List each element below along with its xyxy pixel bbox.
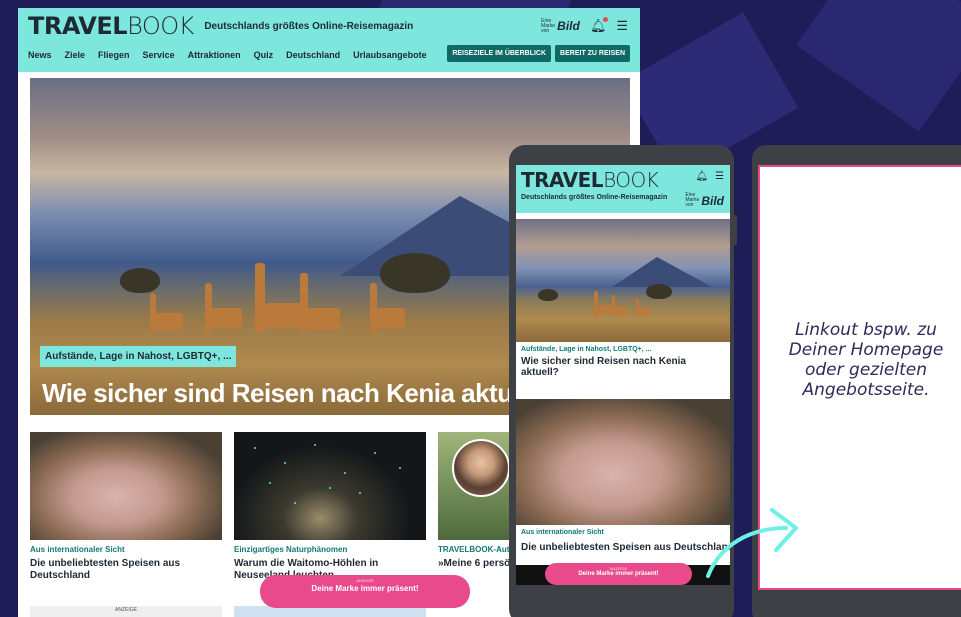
brand-pill-button[interactable]: ANZEIGE Deine Marke immer präsent! — [545, 563, 692, 585]
nav-buttons: REISEZIELE IM ÜBERBLICK BEREIT ZU REISEN — [447, 45, 630, 62]
reiseziele-button[interactable]: REISEZIELE IM ÜBERBLICK — [447, 45, 552, 62]
travelbook-logo[interactable]: TRAVELBOOK — [28, 12, 194, 40]
nav-item-urlaubsangebote[interactable]: Urlaubsangebote — [353, 50, 427, 60]
desktop-header: TRAVELBOOK Deutschlands größtes Online-R… — [18, 8, 640, 72]
hero-image-giraffe — [598, 305, 612, 314]
hero-image-tree — [646, 284, 672, 299]
bell-icon[interactable]: 🔔︎ — [695, 171, 708, 182]
hero-image-giraffe — [375, 308, 405, 328]
bild-brand[interactable]: Eine Marke von Bild — [541, 18, 580, 34]
mobile-hero-image[interactable] — [516, 219, 730, 342]
hero-image-giraffe — [210, 308, 242, 328]
article-card[interactable]: Aus internationaler Sicht Die unbeliebte… — [30, 432, 222, 582]
card-image-cave — [234, 432, 426, 540]
ad-slot[interactable]: ANZEIGE — [30, 606, 222, 617]
bereit-zu-reisen-button[interactable]: BEREIT ZU REISEN — [555, 45, 630, 62]
background-shape — [796, 0, 961, 132]
nav-item-quiz[interactable]: Quiz — [254, 50, 274, 60]
bell-icon[interactable]: 🔔︎ — [590, 17, 609, 34]
phone-side-button — [733, 215, 737, 245]
main-nav: News Ziele Fliegen Service Attraktionen … — [28, 50, 427, 60]
mobile-card-title[interactable]: Die unbeliebtesten Speisen aus Deutschla… — [521, 542, 730, 553]
hero-image-tree — [538, 289, 558, 301]
mobile-card-image-food[interactable] — [516, 399, 730, 525]
hero-image-giraffe — [594, 291, 598, 317]
mobile-hero-kicker: Aufstände, Lage in Nahost, LGBTQ+, ... — [521, 346, 652, 353]
bild-brand[interactable]: Eine Marke von Bild — [685, 193, 724, 208]
nav-item-news[interactable]: News — [28, 50, 52, 60]
arrow-icon — [706, 508, 798, 578]
hero-title[interactable]: Wie sicher sind Reisen nach Kenia aktuel… — [42, 378, 556, 409]
article-card[interactable]: Einzigartiges Naturphänomen Warum die Wa… — [234, 432, 426, 582]
menu-icon[interactable]: ☰ — [715, 171, 724, 182]
hero-image-giraffe — [639, 308, 651, 316]
hero-image-giraffe — [615, 307, 628, 315]
hero-image-giraffe — [265, 303, 305, 328]
nav-item-fliegen[interactable]: Fliegen — [98, 50, 130, 60]
linkout-description: Linkout bspw. zu Deiner Homepage oder ge… — [788, 320, 944, 400]
brand-pill-button[interactable]: ANZEIGE Deine Marke immer präsent! — [260, 575, 470, 608]
mobile-header: TRAVELBOOK Deutschlands größtes Online-R… — [516, 165, 730, 213]
nav-item-attraktionen[interactable]: Attraktionen — [188, 50, 241, 60]
hero-image-giraffe — [305, 308, 340, 330]
nav-item-deutschland[interactable]: Deutschland — [286, 50, 340, 60]
notification-dot — [603, 17, 609, 22]
card-image-food — [30, 432, 222, 540]
mobile-screen: TRAVELBOOK Deutschlands größtes Online-R… — [516, 165, 730, 585]
hero-image-giraffe — [155, 313, 183, 331]
hero-image-tree — [120, 268, 160, 293]
mobile-hero-title[interactable]: Wie sicher sind Reisen nach Kenia aktuel… — [516, 353, 730, 378]
mobile-card-kicker: Aus internationaler Sicht — [521, 529, 604, 536]
site-tagline: Deutschlands größtes Online-Reisemagazin — [204, 20, 414, 32]
header-icons: 🔔︎ ☰ — [695, 171, 724, 182]
author-avatar — [452, 439, 510, 497]
nav-item-ziele[interactable]: Ziele — [65, 50, 86, 60]
hero-image-giraffe — [255, 263, 265, 333]
menu-icon[interactable]: ☰ — [616, 18, 628, 34]
hero-image-mountain — [612, 257, 712, 287]
hero-kicker: Aufstände, Lage in Nahost, LGBTQ+, ... — [40, 346, 237, 367]
header-icons: Eine Marke von Bild 🔔︎ ☰ — [541, 17, 628, 34]
nav-item-service[interactable]: Service — [143, 50, 175, 60]
hero-image-tree — [380, 253, 450, 293]
